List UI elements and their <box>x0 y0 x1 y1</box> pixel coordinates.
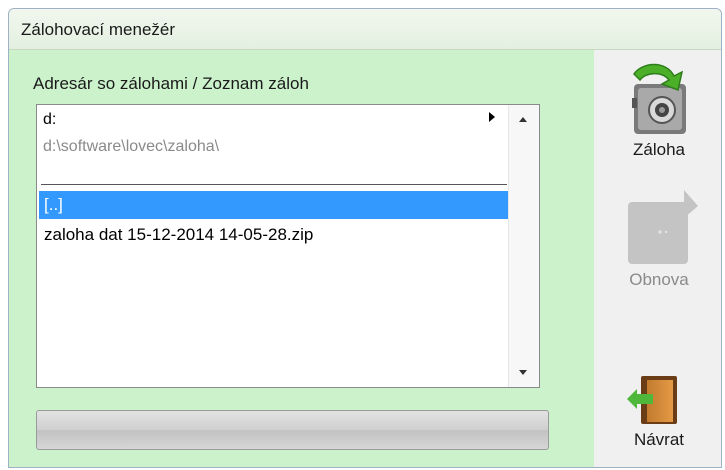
backup-list-panel: Adresár so zálohami / Zoznam záloh d: d:… <box>9 50 594 467</box>
backup-list-label: Adresár so zálohami / Zoznam záloh <box>33 74 309 93</box>
toolbar-panel: Záloha Obnova Návrat <box>594 50 721 467</box>
exit-door-icon <box>627 374 689 430</box>
listbox-scrollbar[interactable] <box>508 105 539 387</box>
back-button-label: Návrat <box>633 430 685 449</box>
back-button[interactable]: Návrat <box>599 374 719 450</box>
restore-button[interactable]: Obnova <box>599 190 719 290</box>
drive-submenu-arrow-icon[interactable] <box>489 112 495 122</box>
list-item-parent-dir[interactable]: [..] <box>39 191 509 219</box>
restore-arrow-icon <box>620 190 698 270</box>
restore-button-label: Obnova <box>629 270 689 289</box>
scroll-up-arrow-icon[interactable] <box>519 117 527 122</box>
exit-arrow-body <box>635 394 653 404</box>
listbox-separator <box>41 184 507 185</box>
backup-listbox[interactable]: d: d:\software\lovec\zaloha\ [..] zaloha… <box>36 104 540 388</box>
backup-button[interactable]: Záloha <box>599 58 719 160</box>
backup-progress-bar <box>36 410 549 450</box>
drive-selector[interactable]: d: <box>43 111 56 129</box>
list-item-backup-file[interactable]: zaloha dat 15-12-2014 14-05-28.zip <box>39 221 509 249</box>
safe-with-arrow-icon <box>624 58 694 140</box>
window-title: Zálohovací menežér <box>21 20 176 39</box>
current-path: d:\software\lovec\zaloha\ <box>43 138 220 155</box>
title-bar: Zálohovací menežér <box>9 9 721 50</box>
backup-button-label: Záloha <box>633 140 685 159</box>
exit-arrow-head <box>627 389 637 409</box>
backup-manager-window: Zálohovací menežér Adresár so zálohami /… <box>8 8 722 468</box>
scroll-down-arrow-icon[interactable] <box>519 370 527 375</box>
